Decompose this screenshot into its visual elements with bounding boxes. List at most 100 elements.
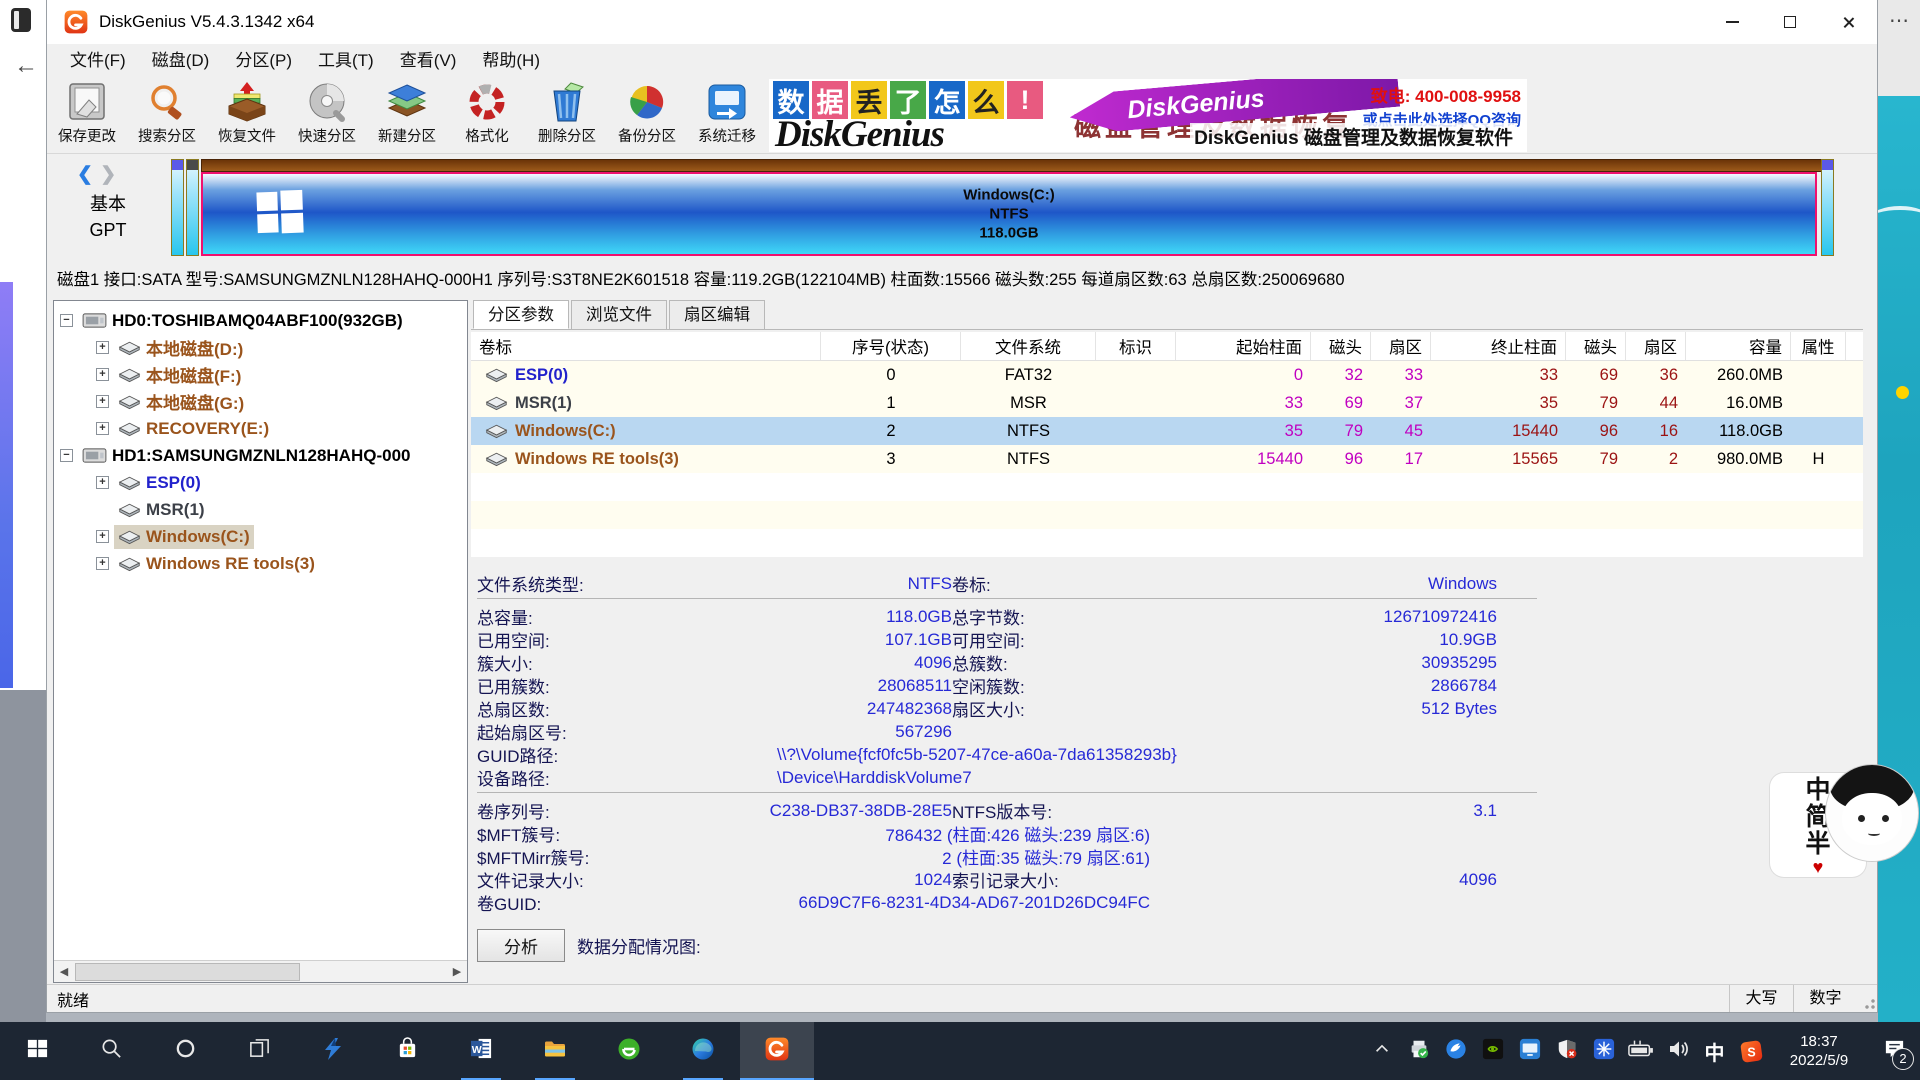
expand-icon[interactable]: + — [96, 557, 109, 570]
partition-bar-windows-c[interactable]: Windows(C:) NTFS 118.0GB — [201, 172, 1817, 256]
messenger-tray-button[interactable] — [1437, 1022, 1474, 1080]
diskgenius-taskbar-button[interactable] — [740, 1022, 814, 1080]
ime-indicator[interactable]: 中 — [1696, 1022, 1733, 1080]
close-button[interactable] — [1819, 0, 1877, 44]
snowflake-tray-button[interactable] — [1585, 1022, 1622, 1080]
intel-graphics-tray-button[interactable] — [1511, 1022, 1548, 1080]
printer-tray-button[interactable] — [1400, 1022, 1437, 1080]
table-row-windows-c[interactable]: Windows(C:)2NTFS357945154409616118.0GB — [471, 417, 1863, 445]
tree-item-local-disk-f[interactable]: +本地磁盘(F:) — [54, 361, 467, 388]
menu-tools[interactable]: 工具(T) — [305, 44, 387, 78]
taskbar-search-button[interactable] — [74, 1022, 148, 1080]
column-header-9[interactable]: 扇区 — [1626, 332, 1686, 360]
column-header-3[interactable]: 标识 — [1096, 332, 1176, 360]
prev-disk-arrow[interactable]: ❮ — [77, 164, 93, 185]
expand-icon[interactable]: + — [96, 341, 109, 354]
menu-disk[interactable]: 磁盘(D) — [139, 44, 223, 78]
promo-banner[interactable]: 磁盘管理及数据恢复 DiskGenius 数据丢了怎么! DiskGenius … — [769, 79, 1527, 152]
format-icon — [465, 81, 509, 123]
table-row-msr[interactable]: MSR(1)1MSR33693735794416.0MB — [471, 389, 1863, 417]
column-header-2[interactable]: 文件系统 — [961, 332, 1096, 360]
tree-item-hd0[interactable]: −HD0:TOSHIBAMQ04ABF100(932GB) — [54, 307, 467, 334]
save-changes-button[interactable]: 保存更改 — [47, 78, 127, 152]
column-header-7[interactable]: 终止柱面 — [1431, 332, 1566, 360]
search-partition-button[interactable]: 搜索分区 — [127, 78, 207, 152]
tree-item-windows-c[interactable]: +Windows(C:) — [54, 523, 467, 550]
tree-item-local-disk-g[interactable]: +本地磁盘(G:) — [54, 388, 467, 415]
expand-icon[interactable]: + — [96, 476, 109, 489]
new-partition-button[interactable]: 新建分区 — [367, 78, 447, 152]
volume-tray-button[interactable] — [1659, 1022, 1696, 1080]
file-explorer-button[interactable] — [518, 1022, 592, 1080]
menu-file[interactable]: 文件(F) — [57, 44, 139, 78]
back-arrow-icon[interactable]: ← — [14, 52, 38, 80]
expand-icon[interactable]: + — [96, 530, 109, 543]
num-lock-indicator: 数字 — [1793, 985, 1857, 1012]
minimize-button[interactable] — [1703, 0, 1761, 44]
browser-360-button[interactable] — [592, 1022, 666, 1080]
tree-item-msr-1[interactable]: MSR(1) — [54, 496, 467, 523]
column-header-6[interactable]: 扇区 — [1371, 332, 1431, 360]
expand-icon[interactable]: + — [96, 395, 109, 408]
maximize-button[interactable] — [1761, 0, 1819, 44]
menu-partition[interactable]: 分区(P) — [222, 44, 305, 78]
tree-item-recovery-e[interactable]: +RECOVERY(E:) — [54, 415, 467, 442]
notification-center-button[interactable]: 2 — [1868, 1022, 1920, 1080]
column-header-11[interactable]: 属性 — [1791, 332, 1846, 360]
expand-icon[interactable]: + — [96, 422, 109, 435]
scroll-left-button[interactable]: ◀ — [54, 962, 74, 982]
tree-horizontal-scrollbar[interactable]: ◀ ▶ — [54, 960, 467, 982]
system-migrate-button[interactable]: 系统迁移 — [687, 78, 767, 152]
tree-item-esp-0[interactable]: +ESP(0) — [54, 469, 467, 496]
menu-view[interactable]: 查看(V) — [387, 44, 470, 78]
word-button[interactable]: W — [444, 1022, 518, 1080]
start-button[interactable] — [0, 1022, 74, 1080]
security-tray-button[interactable] — [1548, 1022, 1585, 1080]
table-row-windows-re[interactable]: Windows RE tools(3)3NTFS1544096171556579… — [471, 445, 1863, 473]
partition-name-cell: Windows RE tools(3) — [471, 450, 821, 469]
quick-partition-button[interactable]: 快速分区 — [287, 78, 367, 152]
task-view-button[interactable] — [222, 1022, 296, 1080]
column-header-4[interactable]: 起始柱面 — [1176, 332, 1311, 360]
column-header-10[interactable]: 容量 — [1686, 332, 1791, 360]
tree-item-hd1[interactable]: −HD1:SAMSUNGMZNLN128HAHQ-000 — [54, 442, 467, 469]
column-header-1[interactable]: 序号(状态) — [821, 332, 961, 360]
resize-grip[interactable] — [1857, 985, 1877, 1012]
delete-partition-button[interactable]: 删除分区 — [527, 78, 607, 152]
next-disk-arrow[interactable]: ❯ — [100, 164, 116, 185]
collapse-icon[interactable]: − — [60, 449, 73, 462]
column-header-0[interactable]: 卷标 — [471, 332, 821, 360]
scrollbar-thumb[interactable] — [75, 963, 300, 981]
tree-item-local-disk-d[interactable]: +本地磁盘(D:) — [54, 334, 467, 361]
backup-partition-button[interactable]: 备份分区 — [607, 78, 687, 152]
sogou-tray-button[interactable]: S — [1733, 1022, 1770, 1080]
cortana-button[interactable] — [148, 1022, 222, 1080]
tab-sector-edit[interactable]: 扇区编辑 — [669, 300, 765, 329]
analyze-button[interactable]: 分析 — [477, 929, 565, 962]
partition-bar-esp[interactable] — [171, 159, 184, 256]
edge-button[interactable] — [666, 1022, 740, 1080]
scroll-right-button[interactable]: ▶ — [447, 962, 467, 982]
nvidia-tray-button[interactable] — [1474, 1022, 1511, 1080]
taskbar-clock[interactable]: 18:372022/5/9 — [1776, 1032, 1862, 1070]
tree-item-label: MSR(1) — [146, 500, 205, 520]
tray-expand-button[interactable] — [1363, 1022, 1400, 1080]
format-button[interactable]: 格式化 — [447, 78, 527, 152]
partition-bar-re-tools[interactable] — [1821, 159, 1834, 256]
expand-icon[interactable]: + — [96, 368, 109, 381]
tab-partition-params[interactable]: 分区参数 — [473, 300, 569, 329]
tree-item-windows-re-tools[interactable]: +Windows RE tools(3) — [54, 550, 467, 577]
column-header-5[interactable]: 磁头 — [1311, 332, 1371, 360]
tab-browse-files[interactable]: 浏览文件 — [571, 300, 667, 329]
menu-help[interactable]: 帮助(H) — [469, 44, 553, 78]
battery-tray-button[interactable] — [1622, 1022, 1659, 1080]
column-header-8[interactable]: 磁头 — [1566, 332, 1626, 360]
collapse-icon[interactable]: − — [60, 314, 73, 327]
table-row-esp[interactable]: ESP(0)0FAT3203233336936260.0MB — [471, 361, 1863, 389]
background-more-icon[interactable]: ⋯ — [1878, 8, 1920, 33]
thunder-app-button[interactable] — [296, 1022, 370, 1080]
partition-bar-msr[interactable] — [186, 159, 199, 256]
status-ready-text: 就绪 — [47, 987, 89, 1011]
microsoft-store-button[interactable] — [370, 1022, 444, 1080]
recover-files-button[interactable]: 恢复文件 — [207, 78, 287, 152]
